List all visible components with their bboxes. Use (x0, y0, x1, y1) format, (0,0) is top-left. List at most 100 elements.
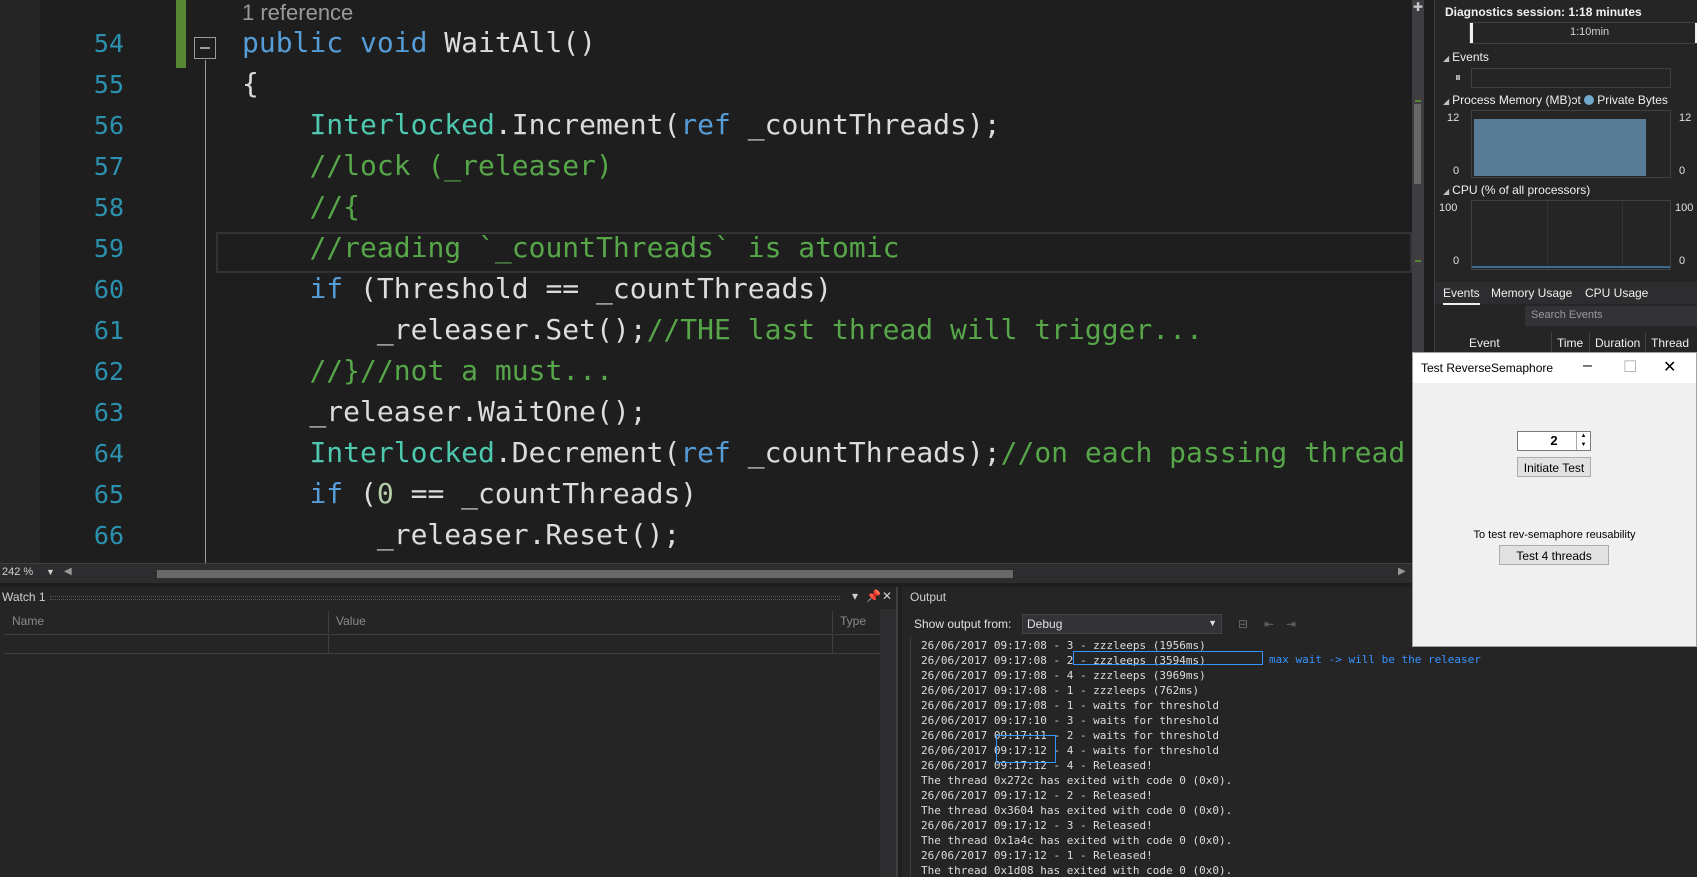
line-number: 66 (93, 521, 124, 550)
output-annotation: max wait -> will be the releaser (1269, 653, 1481, 666)
column-value[interactable]: Value (336, 614, 366, 628)
zoom-dropdown-icon[interactable]: ▼ (46, 567, 55, 577)
column-event[interactable]: Event (1469, 336, 1500, 350)
memory-axis-max: 12 (1447, 112, 1460, 124)
thread-count-stepper[interactable]: 2 ▲ ▼ (1517, 431, 1591, 451)
pin-icon[interactable]: 📌 (866, 589, 881, 603)
output-line: 26/06/2017 09:17:08 - 1 - waits for thre… (921, 699, 1220, 712)
line-number: 57 (93, 152, 124, 181)
memory-section-header[interactable]: ◢ Process Memory (MB)ɔt Private Bytes (1443, 93, 1668, 107)
minimize-icon[interactable]: – (1583, 357, 1592, 375)
code-line[interactable]: //}//not a must... (242, 351, 612, 391)
prev-message-icon[interactable]: ⇤ (1264, 617, 1274, 631)
chevron-down-icon: ▼ (1208, 618, 1217, 628)
column-duration[interactable]: Duration (1595, 336, 1640, 350)
horizontal-scroll-thumb[interactable] (157, 570, 1013, 578)
dropdown-icon[interactable]: ▾ (852, 589, 858, 603)
code-line[interactable]: { (242, 64, 259, 104)
session-timeline[interactable]: 1:10min 1: (1469, 22, 1697, 44)
watch-title: Watch 1 (2, 590, 46, 604)
scroll-left-icon[interactable]: ◀ (64, 566, 72, 577)
legend-dot-icon (1584, 95, 1595, 105)
scroll-right-icon[interactable]: ▶ (1398, 566, 1406, 577)
code-line[interactable]: //reading `_countThreads` is atomic (242, 228, 899, 268)
column-separator[interactable] (328, 611, 329, 633)
code-editor[interactable]: 1 reference 54 public void WaitAll() 55{56… (0, 0, 1412, 563)
memory-chart[interactable] (1471, 110, 1671, 178)
editor-footer-bar: 242 % ▼ ◀ ▶ (0, 563, 1412, 583)
column-type[interactable]: Type (840, 614, 866, 628)
code-token: //THE last thread will trigger... (646, 313, 1203, 346)
change-mark (1415, 100, 1421, 102)
line-number: 60 (93, 275, 124, 304)
events-section-header[interactable]: ◢ Events (1443, 50, 1489, 64)
output-line: 26/06/2017 09:17:08 - 4 - zzzleeps (3969… (921, 669, 1206, 682)
code-line[interactable]: _releaser.Set();//THE last thread will t… (242, 310, 1203, 350)
code-token: public (242, 26, 344, 59)
dialog-title: Test ReverseSemaphore (1421, 361, 1554, 375)
line-number: 54 (93, 29, 124, 58)
diagnostic-tools-panel: Diagnostics session: 1:18 minutes 1:10mi… (1434, 0, 1697, 360)
memory-axis-min-right: 0 (1679, 165, 1686, 177)
code-line[interactable]: Interlocked.Decrement(ref _countThreads)… (242, 433, 1405, 473)
panel-grip[interactable] (50, 596, 840, 600)
code-line[interactable]: public void WaitAll() (242, 23, 596, 63)
cpu-chart[interactable] (1471, 200, 1671, 270)
code-token: { (242, 67, 259, 100)
code-token: _countThreads); (730, 436, 1001, 469)
code-line[interactable]: _releaser.WaitOne(); (242, 392, 646, 432)
close-icon[interactable]: ✕ (882, 589, 892, 603)
stepper-value: 2 (1550, 433, 1558, 448)
output-source-select[interactable]: Debug ▼ (1022, 614, 1222, 634)
initiate-test-button[interactable]: Initiate Test (1517, 457, 1591, 477)
search-events-input[interactable]: Search Events (1525, 306, 1697, 326)
output-text-area[interactable]: 26/06/2017 09:17:08 - 3 - zzzleeps (1956… (910, 637, 1697, 877)
break-icon[interactable]: ⏸ (1455, 70, 1461, 85)
code-token: ( (343, 477, 377, 510)
close-icon[interactable]: ✕ (1663, 357, 1676, 377)
tab-events[interactable]: Events (1443, 286, 1480, 305)
column-time[interactable]: Time (1557, 336, 1583, 350)
tab-memory-usage[interactable]: Memory Usage (1491, 286, 1572, 300)
output-line: The thread 0x3604 has exited with code 0… (921, 804, 1233, 817)
test-4-threads-button[interactable]: Test 4 threads (1499, 545, 1609, 565)
code-line[interactable]: Interlocked.Increment(ref _countThreads)… (242, 105, 1000, 145)
watch-empty-row[interactable] (4, 634, 880, 654)
line-number: 62 (93, 357, 124, 386)
dialog-titlebar[interactable]: Test ReverseSemaphore – ☐ ✕ (1413, 353, 1696, 383)
line-number: 59 (93, 234, 124, 263)
line-number: 58 (93, 193, 124, 222)
code-line[interactable]: _releaser.Reset(); (242, 515, 680, 555)
output-source-label: Show output from: (914, 617, 1012, 631)
output-line: 26/06/2017 09:17:11 - 2 - waits for thre… (921, 729, 1220, 742)
zoom-level[interactable]: 242 % (2, 566, 33, 578)
code-token: if (309, 477, 344, 510)
timeline-marker[interactable] (1470, 23, 1473, 43)
code-line[interactable]: //{ (242, 187, 360, 227)
diagnostics-session-title: Diagnostics session: 1:18 minutes (1445, 5, 1642, 19)
code-token: .Decrement( (494, 436, 681, 469)
timeline-label: 1:10min (1570, 26, 1610, 38)
column-thread[interactable]: Thread (1651, 336, 1689, 350)
code-line[interactable]: if (0 == _countThreads) (242, 474, 697, 514)
scroll-thumb[interactable] (1414, 104, 1421, 184)
column-separator[interactable] (832, 611, 833, 633)
column-name[interactable]: Name (12, 614, 44, 628)
next-message-icon[interactable]: ⇥ (1286, 617, 1296, 631)
code-line[interactable]: //lock (_releaser) (242, 146, 612, 186)
find-message-icon[interactable]: ⊟ (1238, 617, 1248, 631)
code-token: //on each passing thread (1000, 436, 1406, 469)
cpu-axis-max-right: 100 (1675, 202, 1694, 214)
tab-cpu-usage[interactable]: CPU Usage (1585, 286, 1648, 300)
watch-scrollbar[interactable] (880, 609, 896, 877)
output-line: The thread 0x1d08 has exited with code 0… (921, 864, 1233, 877)
code-line[interactable]: if (Threshold == _countThreads) (242, 269, 832, 309)
line-number: 65 (93, 480, 124, 509)
split-icon[interactable]: ✚ (1413, 0, 1423, 14)
cpu-section-header[interactable]: ◢ CPU (% of all processors) (1443, 183, 1590, 197)
code-token: .Increment( (494, 108, 681, 141)
stepper-arrows-icon[interactable]: ▲ ▼ (1576, 432, 1590, 450)
collapse-icon[interactable] (194, 37, 216, 59)
maximize-icon[interactable]: ☐ (1623, 357, 1637, 377)
